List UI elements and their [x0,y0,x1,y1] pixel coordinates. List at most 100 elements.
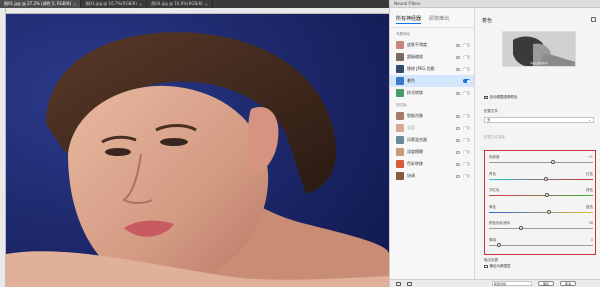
filter-thumbnail [396,77,404,85]
layers-icon[interactable] [396,281,401,286]
cloud-download-icon [456,55,460,59]
close-icon[interactable]: × [73,2,76,7]
filter-toggle[interactable] [463,126,470,130]
filter-item[interactable]: 协调 [390,170,474,182]
output-new-layer-label: 输出为新图层 [489,264,511,268]
filter-name: 皮肤平滑度 [407,42,427,47]
filter-toggle[interactable] [463,162,470,166]
filter-toggle[interactable] [463,174,470,178]
filter-name: 智能肖像 [407,113,423,118]
preset-strength-row: 配置文件强度 [484,134,594,140]
slider-thumb[interactable] [544,176,548,181]
slider-label: 洋红色 [489,188,500,192]
document-tab-label: 图01.jpg @ 27.2% (调色 5, RGB/8) [4,1,72,6]
slider-value: 蓝色 [586,204,593,209]
color-sliders-group: 饱和度 +1 青色 红色洋红色 绿色黄色 蓝色颜色伪影消除 30 降噪 0 [484,150,596,255]
filter-toggle[interactable] [463,79,470,83]
slider-row: 降噪 0 [489,238,593,250]
filter-item[interactable]: 妆容 [390,122,474,134]
close-icon[interactable]: × [205,2,208,7]
cloud-download-icon [456,150,460,154]
close-icon[interactable]: × [139,2,142,7]
preset-value: 无 [487,118,491,122]
filter-name: 超级缩放 [407,54,423,59]
slider-track[interactable] [489,228,593,229]
filter-thumbnail [396,89,404,97]
settings-title: 着色 [482,18,493,24]
slider-value: 0 [590,237,593,242]
filter-name: 色彩转移 [407,161,423,166]
filter-toggle[interactable] [463,150,470,154]
document-tab[interactable]: 图03.jpg @ 16.7%(RGB/8) × [81,0,148,8]
slider-labels: 饱和度 +1 [489,155,593,160]
filter-toggle[interactable] [463,55,470,59]
filter-item[interactable]: 皮肤平滑度 [390,39,474,51]
output-new-layer-checkbox[interactable] [484,264,488,269]
slider-thumb[interactable] [547,209,551,214]
output-select[interactable]: 新建文档 [492,281,532,286]
slider-track[interactable] [489,178,593,180]
slider-row: 青色 红色 [489,172,593,184]
filter-item[interactable]: 深度模糊 [390,146,474,158]
slider-value: +1 [587,155,593,159]
filter-name: 妆容 [407,125,415,130]
document-tab-label: 图04.jpg @ 16.6%(RGB/8) [151,1,203,6]
cloud-download-icon [456,174,460,178]
image-canvas[interactable] [6,14,389,287]
slider-row: 饱和度 +1 [489,155,593,167]
neural-filters-panel: Neural Filters 所有神经器 即将推出 专题神经 皮肤平滑度 超级缩放移… [389,0,600,287]
filter-item[interactable]: 移除 JPEG 伪影 [390,63,474,75]
slider-labels: 颜色伪影消除 30 [489,221,593,226]
document-tab[interactable]: 图01.jpg @ 27.2% (调色 5, RGB/8) × [0,0,82,8]
slider-value: 红色 [586,171,593,176]
filter-thumbnail [396,136,404,144]
filter-toggle[interactable] [463,91,470,95]
panel-menu-icon[interactable] [591,17,596,22]
slider-thumb[interactable] [551,160,555,164]
slider-thumb[interactable] [519,226,523,230]
slider-labels: 黄色 蓝色 [489,205,593,210]
dropdown-caret-icon: ⌄ [588,118,591,122]
output-new-layer-row[interactable]: 输出为新图层 [484,264,511,269]
auto-color-checkbox[interactable]: ✓ [484,96,488,100]
preset-label: 配置文件 [484,109,498,113]
slider-track[interactable] [489,162,593,163]
filter-item[interactable]: 超级缩放 [390,51,474,63]
output-settings-label: 输出设置 [484,258,498,262]
portrait-photo [6,14,389,287]
filter-item[interactable]: 样式转换 [390,87,474,99]
panel-bottom-bar: 新建文档 确定 取消 [390,279,600,287]
filter-toggle[interactable] [463,43,470,47]
cloud-download-icon [456,114,460,118]
auto-color-row[interactable]: ✓ 自动调整图像颜色 [484,95,518,100]
filter-item[interactable]: 色彩转移 [390,158,474,170]
tab-wait-list[interactable]: 即将推出 [429,15,449,24]
document-tab-bar: 图01.jpg @ 27.2% (调色 5, RGB/8) × 图03.jpg @ … [0,0,389,8]
document-tab-label: 图03.jpg @ 16.7%(RGB/8) [85,1,137,6]
filter-settings: 着色 单击以选择参考 ✓ 自动调整图像颜色 配置文件 无 ⌄ 配置文件强度 饱和… [476,8,600,279]
mask-icon[interactable] [407,281,412,286]
filter-item[interactable]: 着色 [390,75,474,87]
document-tab[interactable]: 图04.jpg @ 16.6%(RGB/8) × [147,0,214,8]
filter-toggle[interactable] [463,114,470,118]
filter-item[interactable]: 智能肖像 [390,110,474,122]
filter-toggle[interactable] [463,67,470,71]
reference-image-box[interactable]: 单击以选择参考 [502,31,576,67]
ok-button[interactable]: 确定 [538,281,555,286]
auto-color-label: 自动调整图像颜色 [489,95,518,99]
filter-thumbnail [396,41,404,49]
slider-row: 洋红色 绿色 [489,188,593,200]
preset-strength-label: 配置文件强度 [484,135,505,139]
slider-thumb[interactable] [545,193,549,197]
slider-label: 青色 [489,171,496,176]
preset-select[interactable]: 无 ⌄ [484,117,594,123]
slider-row: 黄色 蓝色 [489,205,593,217]
slider-track[interactable] [489,211,593,213]
filter-toggle[interactable] [463,138,470,142]
slider-track[interactable] [489,195,593,196]
filter-item[interactable]: 风景混合器 [390,134,474,146]
cancel-button[interactable]: 取消 [560,281,577,286]
slider-thumb[interactable] [497,242,501,247]
slider-track[interactable] [489,244,593,246]
tab-all-filters[interactable]: 所有神经器 [396,15,422,24]
